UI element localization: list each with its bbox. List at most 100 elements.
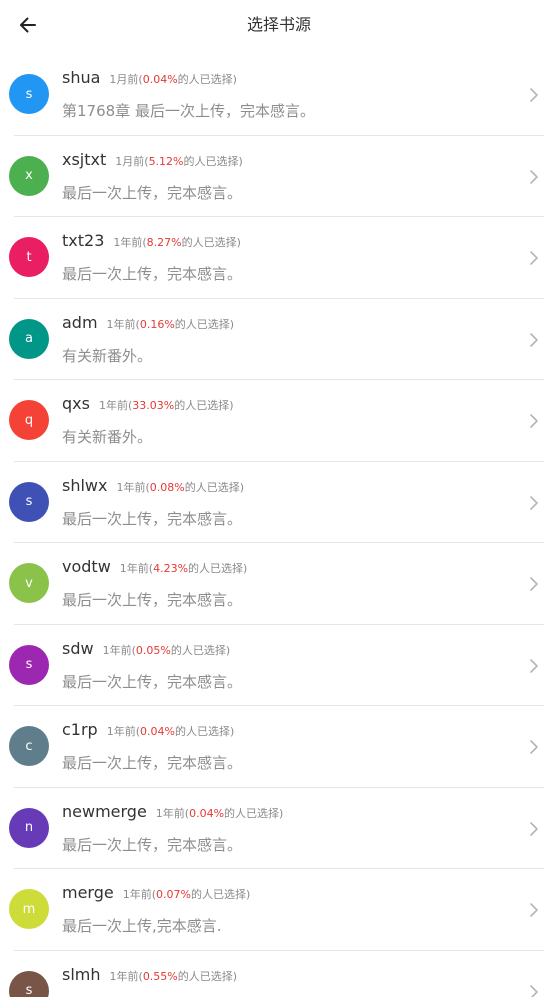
source-list-item[interactable]: x xsjtxt 1月前(5.12%的人已选择) 最后一次上传，完本感言。 [0, 136, 558, 217]
source-avatar: t [9, 237, 49, 277]
source-update-time: 1年前 [155, 806, 185, 820]
source-percent: 33.03% [132, 399, 175, 412]
source-latest-chapter: 最后一次上传，完本感言。 [62, 672, 243, 691]
source-header-line: txt23 1年前(8.27%的人已选择) [62, 231, 241, 253]
source-list-item[interactable]: q qxs 1年前(33.03%的人已选择) 有关新番外。 [0, 380, 558, 462]
source-percent: 0.05% [135, 643, 171, 657]
chevron-right-icon [530, 251, 538, 265]
source-list-item[interactable]: v vodtw 1年前(4.23%的人已选择) 最后一次上传，完本感言。 [0, 543, 558, 625]
source-latest-chapter: 有关新番外。 [62, 346, 153, 365]
source-percent: 0.04% [189, 806, 225, 820]
source-list: s shua 1月前(0.04%的人已选择) 第1768章 最后一次上传，完本感… [0, 54, 558, 997]
source-avatar: n [9, 807, 49, 848]
meta-suffix: 的人已选择) [184, 480, 245, 494]
source-update-time: 1年前 [119, 562, 149, 575]
source-update-time: 1月前 [109, 73, 139, 86]
source-update-time: 1年前 [122, 888, 152, 901]
source-update-time: 1年前 [106, 317, 136, 331]
chevron-right-icon [530, 903, 538, 917]
source-name: qxs [62, 394, 90, 413]
source-list-item[interactable]: s shua 1月前(0.04%的人已选择) 第1768章 最后一次上传，完本感… [0, 54, 558, 136]
chevron-right-icon [530, 169, 538, 184]
source-name: c1rp [62, 720, 98, 739]
meta-suffix: 的人已选择) [190, 888, 251, 901]
source-meta: 1年前(0.07%的人已选择) [123, 886, 251, 902]
source-meta: 1年前(0.55%的人已选择) [110, 968, 238, 984]
source-name: slmh [62, 964, 101, 984]
source-meta: 1年前(0.04%的人已选择) [107, 723, 235, 739]
source-avatar: q [9, 400, 49, 440]
avatar-initial: t [26, 249, 32, 265]
source-list-item[interactable]: t txt23 1年前(8.27%的人已选择) 最后一次上传，完本感言。 [0, 217, 558, 299]
source-meta: 1年前(0.05%的人已选择) [103, 642, 231, 658]
chevron-right-icon [530, 414, 538, 428]
source-avatar: s [9, 644, 49, 685]
source-avatar: v [9, 563, 49, 603]
avatar-initial: s [25, 983, 33, 997]
source-header-line: adm 1年前(0.16%的人已选择) [62, 313, 234, 335]
source-name: merge [62, 883, 114, 902]
source-percent: 0.16% [139, 317, 175, 331]
source-picker-screen: 选择书源 s shua 1月前(0.04%的人已选择) 第1768章 最后一次上… [0, 0, 558, 997]
meta-suffix: 的人已选择) [174, 317, 235, 331]
source-list-item[interactable]: c c1rp 1年前(0.04%的人已选择) 最后一次上传，完本感言。 [0, 706, 558, 788]
chevron-right-icon [530, 984, 538, 997]
avatar-initial: s [25, 657, 33, 672]
source-latest-chapter: 最后一次上传,完本感言. [62, 917, 222, 935]
source-percent: 8.27% [146, 236, 182, 249]
chevron-right-icon [530, 740, 538, 754]
source-percent: 0.55% [142, 969, 178, 983]
source-update-time: 1年前 [102, 643, 132, 657]
source-meta: 1年前(0.16%的人已选择) [107, 316, 235, 332]
source-header-line: vodtw 1年前(4.23%的人已选择) [62, 557, 247, 579]
meta-suffix: 的人已选择) [224, 806, 284, 820]
meta-suffix: 的人已选择) [174, 399, 234, 412]
source-avatar: x [9, 155, 49, 196]
chevron-right-icon [530, 332, 538, 347]
meta-suffix: 的人已选择) [183, 154, 243, 168]
chevron-right-icon [530, 88, 538, 102]
meta-suffix: 的人已选择) [188, 562, 248, 575]
chevron-right-icon [530, 495, 538, 510]
meta-suffix: 的人已选择) [181, 236, 241, 249]
source-update-time: 1年前 [113, 236, 143, 249]
source-list-item[interactable]: m merge 1年前(0.07%的人已选择) 最后一次上传,完本感言. [0, 869, 558, 951]
source-avatar: a [9, 318, 49, 359]
avatar-initial: s [25, 494, 33, 509]
meta-suffix: 的人已选择) [174, 725, 235, 738]
source-name: xsjtxt [62, 149, 107, 169]
source-update-time: 1月前 [115, 154, 145, 168]
source-latest-chapter: 最后一次上传，完本感言。 [62, 591, 243, 609]
source-update-time: 1年前 [98, 399, 128, 412]
avatar-initial: q [24, 412, 34, 428]
meta-suffix: 的人已选择) [177, 969, 238, 983]
source-meta: 1年前(0.08%的人已选择) [116, 479, 244, 495]
source-list-item[interactable]: s shlwx 1年前(0.08%的人已选择) 最后一次上传，完本感言。 [0, 462, 558, 543]
source-latest-chapter: 最后一次上传，完本感言。 [62, 509, 243, 528]
source-latest-chapter: 最后一次上传，完本感言。 [62, 835, 243, 854]
source-avatar: s [9, 970, 49, 997]
header-bar: 选择书源 [0, 0, 558, 50]
source-avatar: m [9, 889, 49, 929]
source-percent: 0.07% [156, 888, 191, 901]
source-meta: 1年前(33.03%的人已选择) [99, 397, 234, 413]
source-percent: 5.12% [148, 154, 184, 168]
avatar-initial: x [25, 168, 33, 183]
source-list-item[interactable]: a adm 1年前(0.16%的人已选择) 有关新番外。 [0, 299, 558, 380]
source-header-line: c1rp 1年前(0.04%的人已选择) [62, 720, 234, 742]
source-update-time: 1年前 [116, 480, 146, 494]
source-header-line: slmh 1年前(0.55%的人已选择) [62, 965, 237, 987]
source-meta: 1年前(8.27%的人已选择) [113, 234, 241, 250]
chevron-right-icon [530, 577, 538, 591]
source-latest-chapter: 最后一次上传，完本感言。 [62, 265, 243, 283]
source-name: shlwx [62, 475, 108, 495]
source-list-item[interactable]: s slmh 1年前(0.55%的人已选择) [0, 951, 558, 997]
avatar-initial: m [22, 901, 36, 917]
source-avatar: s [9, 481, 49, 522]
source-meta: 1年前(0.04%的人已选择) [156, 805, 284, 821]
avatar-initial: c [25, 738, 33, 754]
source-list-item[interactable]: s sdw 1年前(0.05%的人已选择) 最后一次上传，完本感言。 [0, 625, 558, 706]
source-latest-chapter: 有关新番外。 [62, 428, 153, 446]
source-list-item[interactable]: n newmerge 1年前(0.04%的人已选择) 最后一次上传，完本感言。 [0, 788, 558, 869]
source-meta: 1年前(4.23%的人已选择) [120, 560, 248, 576]
